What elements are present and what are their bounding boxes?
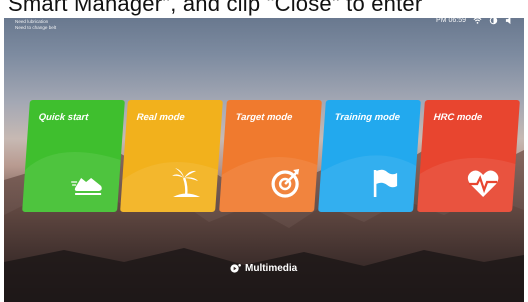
shoe-icon bbox=[71, 178, 102, 195]
notification-area: Need lubrication Need to change belt bbox=[15, 19, 56, 31]
multimedia-button[interactable]: Multimedia bbox=[230, 263, 297, 274]
multimedia-label: Multimedia bbox=[245, 263, 298, 274]
mode-label: Training mode bbox=[334, 112, 401, 123]
mode-card-training-mode[interactable]: Training mode bbox=[318, 100, 421, 212]
multimedia-icon bbox=[230, 264, 241, 273]
mode-card-target-mode[interactable]: Target mode bbox=[219, 100, 322, 212]
mode-card-hrc-mode[interactable]: HRC mode bbox=[417, 100, 520, 212]
flag-icon bbox=[373, 169, 398, 197]
mode-card-quick-start[interactable]: Quick start bbox=[22, 100, 125, 212]
mode-label: HRC mode bbox=[433, 112, 483, 123]
mode-cards: Quick start Real mode Target mode Traini… bbox=[22, 100, 520, 215]
mode-label: Target mode bbox=[235, 112, 293, 123]
mode-label: Quick start bbox=[38, 112, 89, 123]
target-icon bbox=[271, 169, 300, 198]
clock: PM 06:59 bbox=[436, 17, 466, 24]
heart-rate-icon bbox=[467, 170, 499, 197]
overlay-caption: Smart Manager", and clip "Close" to ente… bbox=[8, 0, 423, 16]
notification-subtitle: Need to change belt bbox=[15, 25, 57, 30]
palm-island-icon bbox=[172, 168, 201, 197]
mode-label: Real mode bbox=[136, 112, 186, 123]
overlay-caption-strip: Smart Manager", and clip "Close" to ente… bbox=[0, 0, 528, 18]
mode-card-real-mode[interactable]: Real mode bbox=[120, 100, 223, 212]
treadmill-screen: Need lubrication Need to change belt PM … bbox=[4, 0, 524, 302]
